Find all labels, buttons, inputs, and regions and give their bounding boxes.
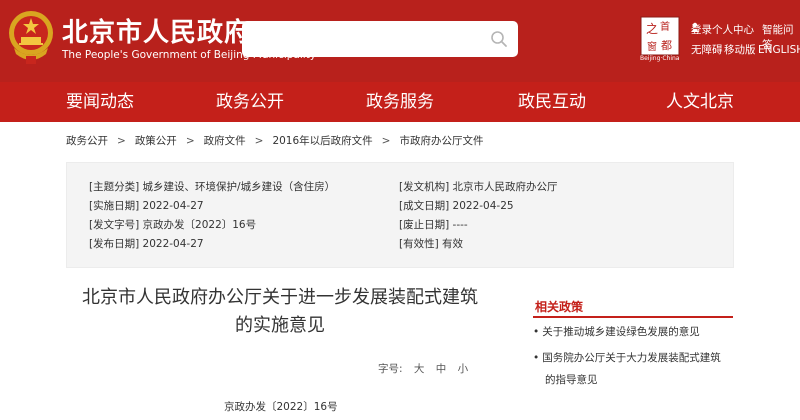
breadcrumb-item[interactable]: 市政府办公厅文件 (399, 133, 483, 148)
font-size-small-button[interactable]: 小 (458, 363, 469, 375)
svg-text:窗: 窗 (647, 40, 657, 53)
capital-logo-icon: 之 首 窗 都 (640, 16, 680, 56)
breadcrumb: 政务公开 > 政策公开 > 政府文件 >2016年以后政府文件 > 市政府办公厅文件 (66, 133, 483, 149)
svg-text:都: 都 (661, 39, 672, 52)
capital-caption: Beijing·China (640, 55, 680, 62)
related-item-label: 关于推动城乡建设绿色发展的意见 (542, 326, 700, 338)
login-link[interactable]: 登录个人中心 (691, 22, 754, 37)
site-header: 北京市人民政府 The People's Government of Beiji… (0, 0, 800, 82)
nav-item-culture[interactable]: 人文北京 (666, 82, 734, 122)
related-heading-label: 相关政策 (535, 300, 584, 314)
meta-topic: [主题分类] 城乡建设、环境保护/城乡建设（含住房） (89, 181, 336, 193)
article-title-line: 北京市人民政府办公厅关于进一步发展装配式建筑 (82, 287, 478, 308)
related-item[interactable]: • 国务院办公厅关于大力发展装配式建筑 (533, 348, 743, 368)
font-size-medium-button[interactable]: 中 (436, 363, 447, 375)
font-size-label: 字号: (378, 363, 403, 375)
meta-effective-date: [实施日期] 2022-04-27 (89, 200, 204, 212)
chevron-right-icon: > (117, 135, 126, 147)
nav-item-interaction[interactable]: 政民互动 (518, 82, 586, 122)
article-doc-number: 京政办发〔2022〕16号 (224, 401, 338, 413)
search-icon[interactable] (490, 30, 508, 48)
related-item-label: 的指导意见 (545, 374, 598, 386)
meta-publish-date: [发布日期] 2022-04-27 (89, 238, 204, 250)
font-size-large-button[interactable]: 大 (414, 363, 425, 375)
article-title: 北京市人民政府办公厅关于进一步发展装配式建筑 的实施意见 (60, 284, 500, 340)
meta-doc-number: [发文字号] 京政办发〔2022〕16号 (89, 219, 257, 231)
bullet-icon: • (533, 352, 540, 364)
meta-issuer: [发文机构] 北京市人民政府办公厅 (399, 181, 558, 193)
document-meta-box: [主题分类] 城乡建设、环境保护/城乡建设（含住房） [发文机构] 北京市人民政… (66, 162, 734, 268)
related-heading: 相关政策 (533, 298, 733, 318)
chevron-right-icon: > (185, 135, 195, 147)
breadcrumb-item[interactable]: 政府文件 (204, 133, 246, 148)
svg-text:之: 之 (646, 22, 658, 36)
breadcrumb-item[interactable]: 政务公开 (66, 133, 108, 148)
related-item-continuation[interactable]: 的指导意见 (533, 370, 743, 390)
main-nav: 要闻动态 政务公开 政务服务 政民互动 人文北京 (0, 82, 800, 122)
article-title-line: 的实施意见 (235, 315, 325, 336)
mobile-link[interactable]: 移动版 (724, 42, 756, 57)
breadcrumb-item[interactable]: 政策公开 (135, 133, 177, 148)
chevron-right-icon: > (381, 135, 391, 147)
nav-item-government-affairs[interactable]: 政务公开 (216, 82, 284, 122)
breadcrumb-item[interactable]: 2016年以后政府文件 (272, 133, 372, 148)
nav-item-news[interactable]: 要闻动态 (66, 82, 134, 122)
meta-abolish-date: [废止日期] ---- (399, 219, 468, 231)
meta-created-date: [成文日期] 2022-04-25 (399, 200, 514, 212)
meta-validity: [有效性] 有效 (399, 238, 464, 250)
font-size-control: 字号: 大 中 小 (378, 361, 468, 376)
site-title[interactable]: 北京市人民政府 (62, 12, 251, 49)
english-link[interactable]: ENGLISH (758, 44, 800, 56)
related-item-label: 国务院办公厅关于大力发展装配式建筑 (542, 352, 721, 364)
chevron-right-icon: > (254, 135, 264, 147)
related-item[interactable]: • 关于推动城乡建设绿色发展的意见 (533, 322, 743, 342)
bullet-icon: • (533, 326, 540, 338)
accessibility-link[interactable]: 无障碍 (691, 42, 723, 57)
search-input[interactable] (242, 21, 518, 57)
nav-item-government-services[interactable]: 政务服务 (366, 82, 434, 122)
national-emblem-icon (9, 11, 53, 64)
svg-text:首: 首 (660, 20, 670, 33)
